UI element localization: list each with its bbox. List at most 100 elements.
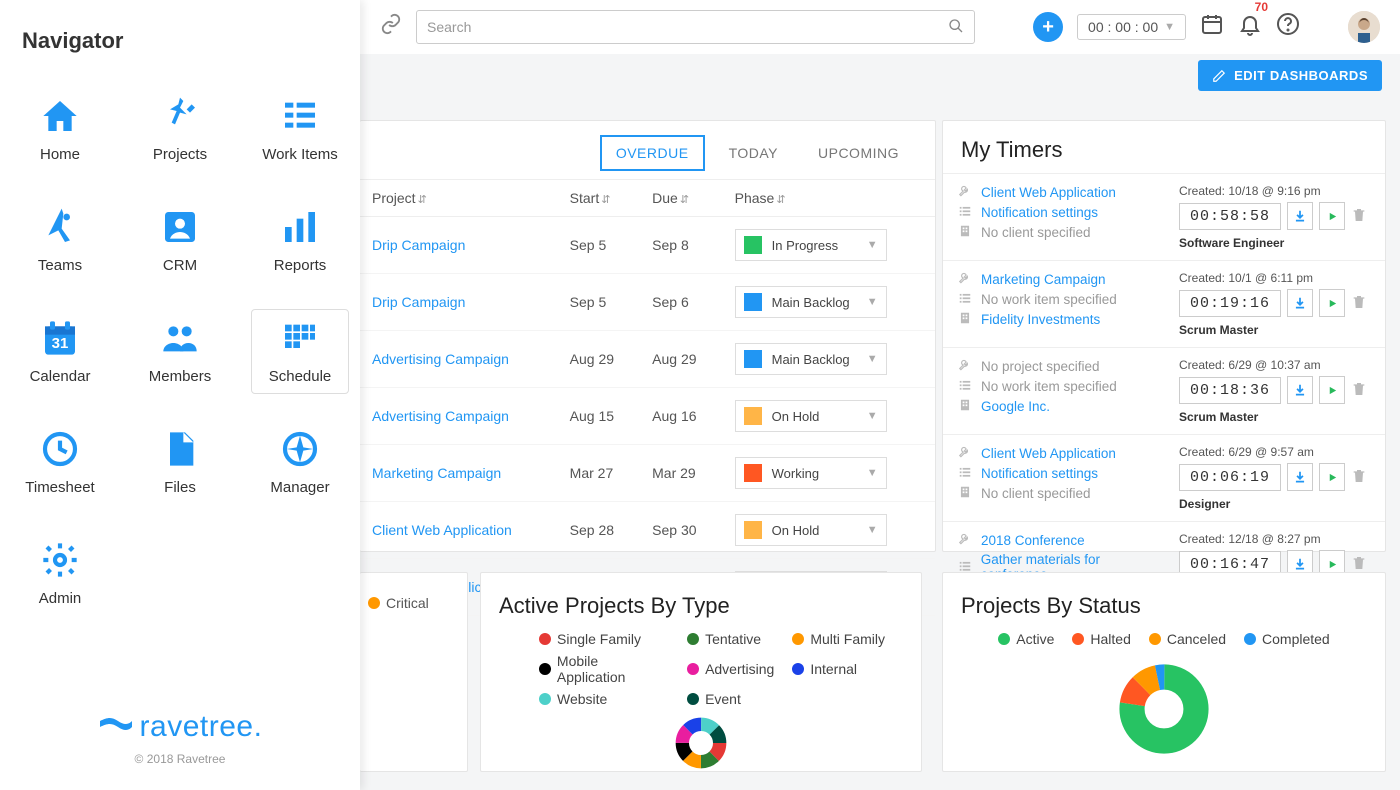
project-link[interactable]: Marketing Campaign	[372, 465, 501, 481]
play-button[interactable]	[1319, 289, 1345, 317]
wrench-icon	[957, 271, 973, 288]
chevron-down-icon: ▼	[867, 467, 878, 479]
nav-item-reports[interactable]: Reports	[240, 199, 360, 282]
timer-client-link[interactable]: Google Inc.	[981, 399, 1050, 414]
nav-item-label: Timesheet	[25, 479, 94, 496]
nav-item-home[interactable]: Home	[0, 88, 120, 171]
nav-item-work-items[interactable]: Work Items	[240, 88, 360, 171]
play-button[interactable]	[1319, 463, 1345, 491]
timer-row: Marketing CampaignNo work item specified…	[943, 260, 1385, 347]
nav-item-admin[interactable]: Admin	[0, 532, 120, 615]
legend-item: Mobile Application	[539, 653, 669, 685]
th-phase[interactable]: Phase⇵	[723, 180, 935, 217]
project-link[interactable]: Advertising Campaign	[372, 351, 509, 367]
chevron-down-icon: ▼	[867, 524, 878, 536]
home-icon	[40, 96, 80, 136]
timer-project-link[interactable]: Marketing Campaign	[981, 272, 1106, 287]
project-link[interactable]: Advertising Campaign	[372, 408, 509, 424]
download-button[interactable]	[1287, 376, 1313, 404]
dot-icon	[1149, 633, 1161, 645]
nav-item-label: Members	[149, 368, 212, 385]
help-icon[interactable]	[1276, 12, 1300, 42]
play-button[interactable]	[1319, 202, 1345, 230]
timer-project-link[interactable]: 2018 Conference	[981, 533, 1085, 548]
nav-item-label: Manager	[270, 479, 329, 496]
delete-button[interactable]	[1351, 294, 1371, 313]
delete-button[interactable]	[1351, 468, 1371, 487]
due-cell: Mar 29	[640, 445, 722, 502]
dot-icon	[792, 633, 804, 645]
logo: ravetree.	[0, 710, 360, 744]
timer-created: Created: 12/18 @ 8:27 pm	[1179, 532, 1371, 546]
table-row: Marketing CampaignMar 27Mar 29Working▼	[360, 445, 935, 502]
th-project[interactable]: Project⇵	[360, 180, 558, 217]
th-start[interactable]: Start⇵	[558, 180, 640, 217]
timer-project-link[interactable]: Client Web Application	[981, 446, 1116, 461]
link-icon[interactable]	[380, 13, 402, 41]
calendar-icon[interactable]	[1200, 12, 1224, 42]
legend-item: Active	[998, 631, 1054, 647]
phase-select[interactable]: In Progress ▼	[735, 229, 887, 261]
timer-workitem-link[interactable]: Notification settings	[981, 205, 1098, 220]
download-button[interactable]	[1287, 289, 1313, 317]
delete-button[interactable]	[1351, 207, 1371, 226]
due-cell: Sep 8	[640, 217, 722, 274]
global-timer[interactable]: 00 : 00 : 00▼	[1077, 14, 1186, 40]
tab-upcoming[interactable]: UPCOMING	[802, 135, 915, 171]
list-icon	[957, 465, 973, 482]
nav-item-projects[interactable]: Projects	[120, 88, 240, 171]
edit-dashboards-button[interactable]: EDIT DASHBOARDS	[1198, 60, 1382, 91]
nav-item-manager[interactable]: Manager	[240, 421, 360, 504]
nav-item-timesheet[interactable]: Timesheet	[0, 421, 120, 504]
building-icon	[957, 398, 973, 415]
delete-button[interactable]	[1351, 381, 1371, 400]
phase-select[interactable]: On Hold▼	[735, 400, 887, 432]
phase-select[interactable]: Working▼	[735, 457, 887, 489]
timer-created: Created: 10/1 @ 6:11 pm	[1179, 271, 1371, 285]
dot-icon	[687, 693, 699, 705]
phase-label: On Hold	[772, 409, 857, 424]
timer-project-link[interactable]: Client Web Application	[981, 185, 1116, 200]
phase-label: In Progress	[772, 238, 857, 253]
nav-item-calendar[interactable]: 31Calendar	[0, 310, 120, 393]
list-icon	[957, 204, 973, 221]
dot-icon	[539, 663, 551, 675]
due-cell: Sep 6	[640, 274, 722, 331]
dot-icon	[792, 663, 804, 675]
download-button[interactable]	[1287, 202, 1313, 230]
legend-item: Internal	[792, 653, 885, 685]
building-icon	[957, 224, 973, 241]
timer-client-link[interactable]: Fidelity Investments	[981, 312, 1100, 327]
timer-workitem-link[interactable]: Notification settings	[981, 466, 1098, 481]
play-button[interactable]	[1319, 376, 1345, 404]
table-row: Client Web ApplicationSep 28Sep 30On Hol…	[360, 502, 935, 559]
timer-time: 00:06:19	[1179, 464, 1281, 491]
tab-overdue[interactable]: OVERDUE	[600, 135, 705, 171]
download-button[interactable]	[1287, 463, 1313, 491]
search-input[interactable]	[416, 10, 975, 44]
nav-item-crm[interactable]: CRM	[120, 199, 240, 282]
project-link[interactable]: Client Web Application	[372, 522, 512, 538]
nav-item-files[interactable]: Files	[120, 421, 240, 504]
navigator-sidebar: Navigator HomeProjectsWork ItemsTeamsCRM…	[0, 0, 360, 790]
timer-created: Created: 6/29 @ 9:57 am	[1179, 445, 1371, 459]
avatar[interactable]	[1348, 11, 1380, 43]
chevron-down-icon: ▼	[867, 239, 878, 251]
project-link[interactable]: Drip Campaign	[372, 237, 465, 253]
notifications-icon[interactable]: 70	[1238, 12, 1262, 42]
legend-label: Event	[705, 691, 741, 707]
phase-select[interactable]: Main Backlog▼	[735, 343, 887, 375]
phase-select[interactable]: Main Backlog▼	[735, 286, 887, 318]
swatch-icon	[744, 521, 762, 539]
delete-button[interactable]	[1351, 555, 1371, 574]
tab-today[interactable]: TODAY	[713, 135, 794, 171]
nav-item-teams[interactable]: Teams	[0, 199, 120, 282]
phase-select[interactable]: On Hold▼	[735, 514, 887, 546]
nav-item-members[interactable]: Members	[120, 310, 240, 393]
nav-item-schedule[interactable]: Schedule	[252, 310, 348, 393]
th-due[interactable]: Due⇵	[640, 180, 722, 217]
add-button[interactable]: +	[1033, 12, 1063, 42]
nav-item-label: Projects	[153, 146, 207, 163]
dot-icon	[687, 633, 699, 645]
project-link[interactable]: Drip Campaign	[372, 294, 465, 310]
